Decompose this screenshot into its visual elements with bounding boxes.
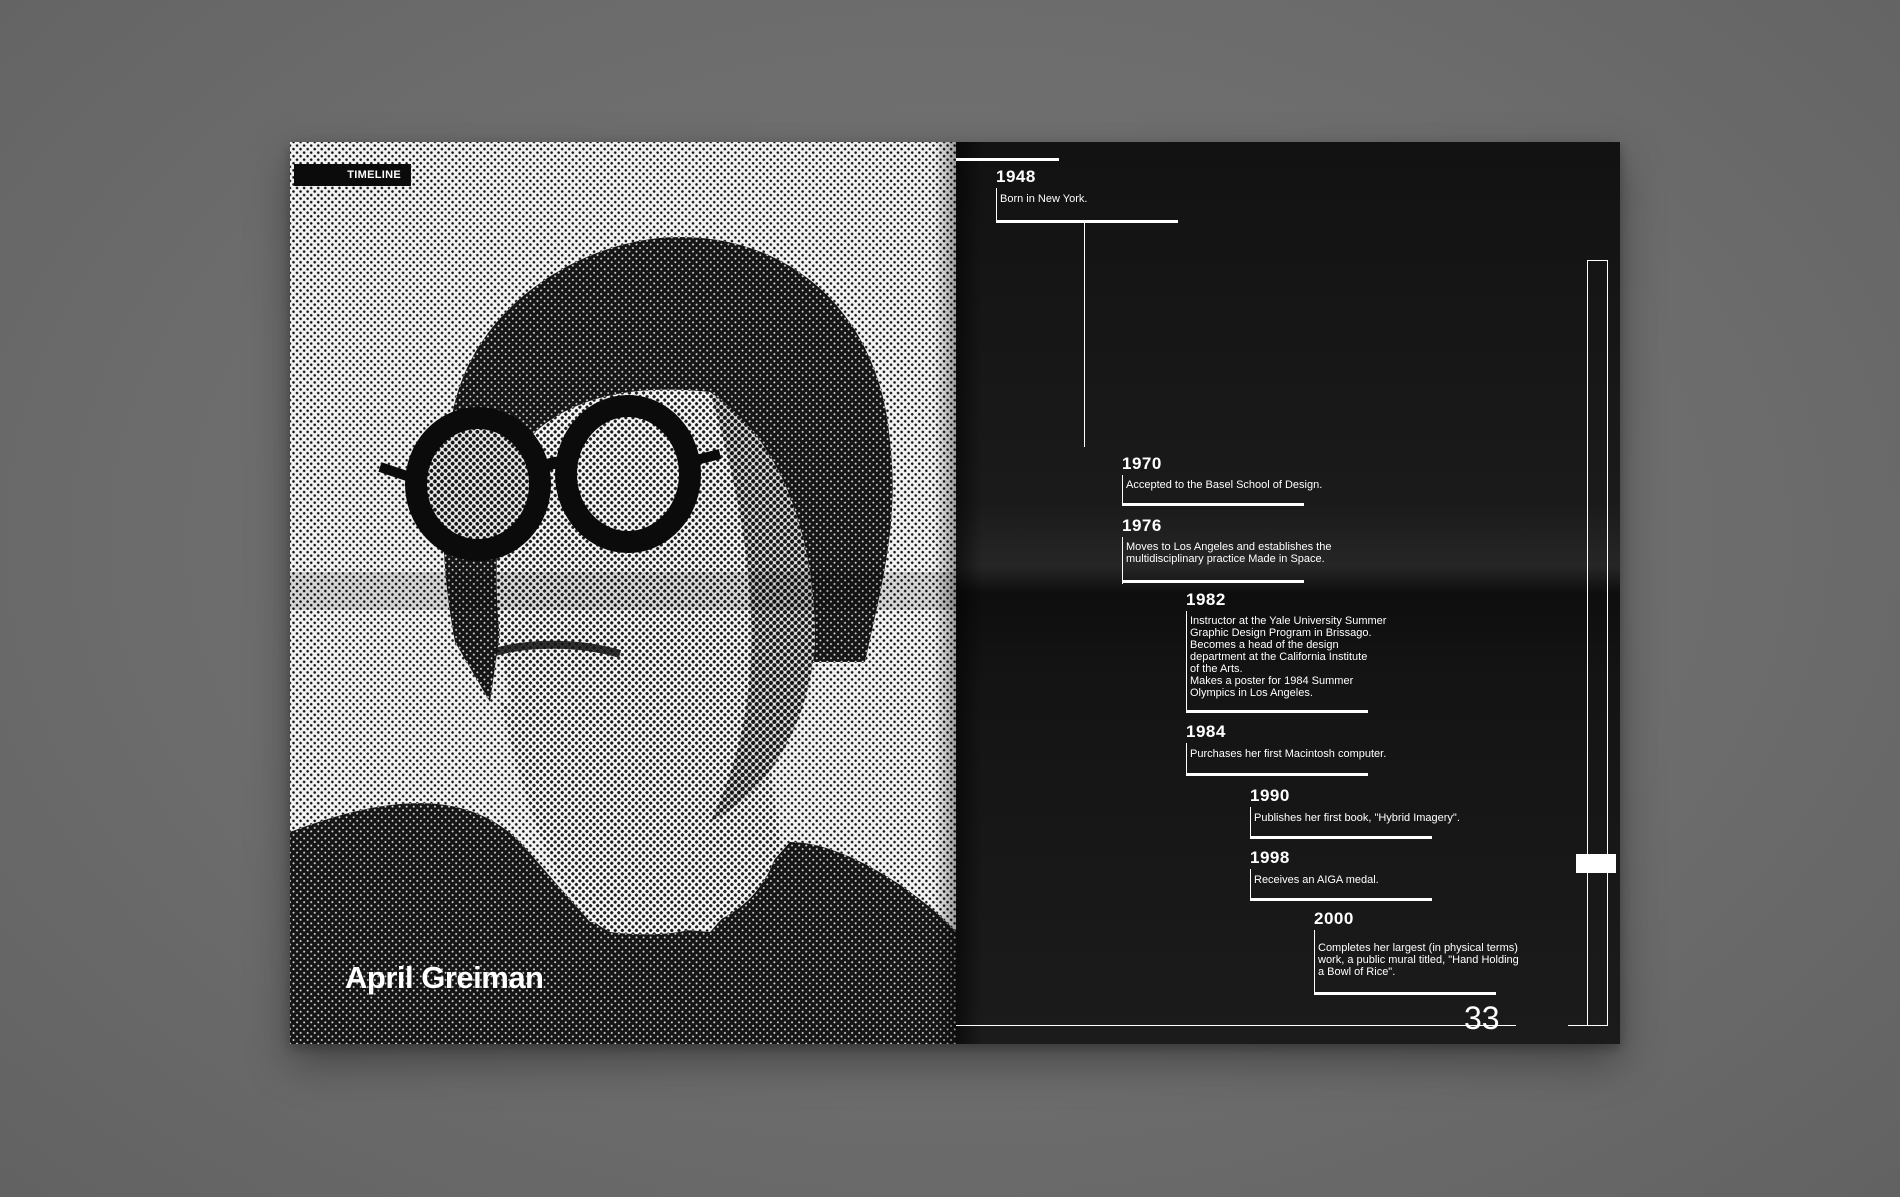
right-frame-inner-line-lower (1587, 873, 1588, 1026)
right-frame-tick-top (1587, 260, 1607, 261)
person-name: April Greiman (345, 960, 544, 995)
top-rule (956, 158, 1059, 161)
timeline-year: 2000 (1314, 909, 1354, 928)
right-frame-line (1607, 260, 1608, 1026)
timeline-text: Receives an AIGA medal. (1254, 874, 1379, 886)
background: TIMELINE April Greiman 33 1948 Born in N… (0, 0, 1900, 1197)
entry-bracket (1186, 743, 1187, 775)
right-frame-tick-bottom (1568, 1025, 1608, 1026)
entry-bracket (1122, 475, 1123, 505)
portrait-halftone-image (290, 142, 956, 1044)
timeline-text: Born in New York. (1000, 193, 1088, 205)
timeline-text: Publishes her first book, "Hybrid Imager… (1254, 812, 1460, 824)
right-page: 33 1948 Born in New York. 1970 Accepted … (956, 142, 1620, 1044)
page-number: 33 (1464, 1000, 1500, 1036)
magazine-spread: TIMELINE April Greiman 33 1948 Born in N… (290, 142, 1620, 1044)
section-tag: TIMELINE (294, 164, 411, 186)
timeline-year: 1982 (1186, 590, 1226, 609)
timeline-text: Accepted to the Basel School of Design. (1126, 479, 1323, 491)
timeline-year: 1976 (1122, 516, 1162, 535)
entry-underline (1186, 710, 1368, 713)
timeline-year: 1998 (1250, 848, 1290, 867)
entry-bracket (1250, 807, 1251, 839)
entry-underline (1122, 580, 1304, 583)
timeline-text: Instructor at the Yale University Summer… (1190, 615, 1387, 699)
entry-underline (1186, 773, 1368, 776)
right-frame-inner-line (1587, 260, 1588, 855)
timeline-text: Purchases her first Macintosh computer. (1190, 748, 1387, 760)
left-page: TIMELINE April Greiman (290, 142, 956, 1044)
timeline-year: 1984 (1186, 722, 1226, 741)
timeline-year: 1948 (996, 167, 1036, 186)
entry-bracket (1186, 611, 1187, 711)
entry-underline (1314, 992, 1496, 995)
entry-bracket (996, 188, 997, 222)
gutter-shadow (934, 142, 956, 1044)
entry-bracket (1122, 537, 1123, 584)
entry-underline (996, 220, 1178, 223)
timeline-year: 1990 (1250, 786, 1290, 805)
timeline-text: Completes her largest (in physical terms… (1318, 942, 1519, 978)
entry-underline (1250, 898, 1432, 901)
timeline-connector (1084, 222, 1085, 447)
timeline-year: 1970 (1122, 454, 1162, 473)
bottom-rule (956, 1025, 1516, 1026)
entry-bracket (1250, 869, 1251, 901)
page-tab-marker (1576, 854, 1616, 873)
entry-bracket (1314, 930, 1315, 994)
gutter-shadow (956, 142, 982, 1044)
timeline-text: Moves to Los Angeles and establishes the… (1126, 541, 1332, 565)
entry-underline (1250, 836, 1432, 839)
entry-underline (1122, 503, 1304, 506)
